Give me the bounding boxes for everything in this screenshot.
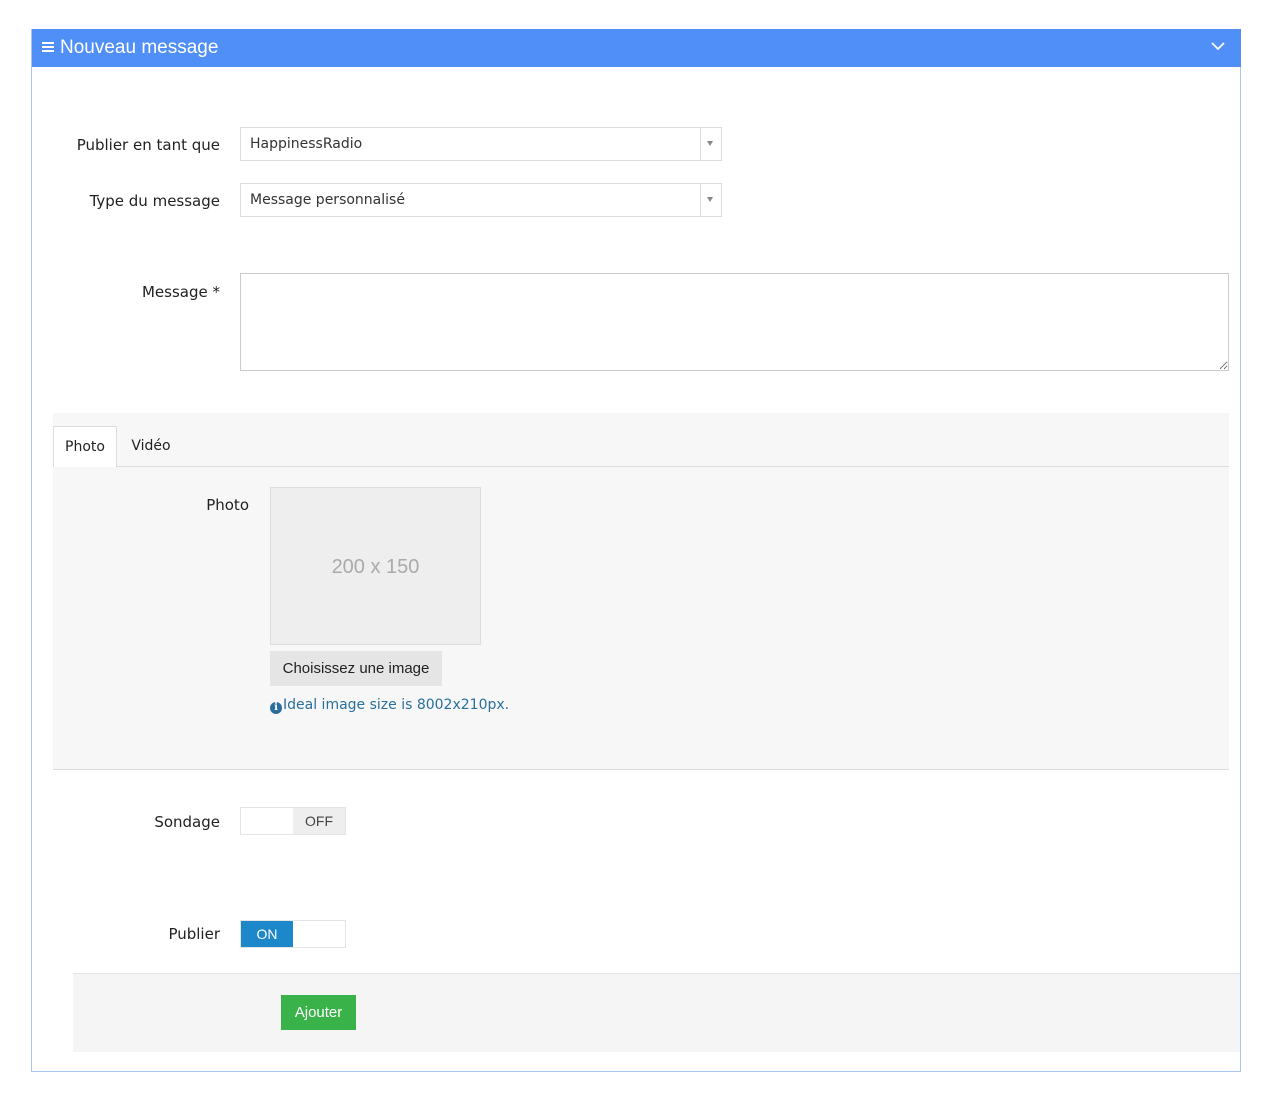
- publish-as-label: Publier en tant que: [76, 136, 220, 154]
- message-type-value: Message personnalisé: [250, 192, 405, 208]
- message-label: Message *: [141, 283, 220, 301]
- publish-toggle[interactable]: ON: [240, 920, 346, 948]
- photo-placeholder-text: 200 x 150: [331, 556, 420, 578]
- form-actions-bar: [73, 973, 1240, 1052]
- tab-photo[interactable]: Photo: [53, 426, 117, 467]
- survey-toggle-state: OFF: [293, 808, 345, 834]
- panel-header[interactable]: Nouveau message: [32, 29, 1241, 67]
- panel-title-text: Nouveau message: [60, 37, 219, 58]
- photo-preview[interactable]: 200 x 150: [270, 487, 481, 645]
- message-type-select[interactable]: Message personnalisé: [240, 183, 722, 217]
- publish-toggle-state: ON: [241, 921, 293, 947]
- publish-as-value: HappinessRadio: [250, 136, 363, 152]
- media-tabs-section: Photo Vidéo: [53, 413, 1229, 770]
- image-size-hint-text: Ideal image size is 8002x210px.: [283, 697, 510, 713]
- image-size-hint: i Ideal image size is 8002x210px.: [270, 697, 509, 714]
- dropdown-arrow-icon: [700, 184, 721, 216]
- info-icon: i: [270, 702, 282, 714]
- message-textarea[interactable]: [240, 273, 1229, 371]
- survey-toggle[interactable]: OFF: [240, 807, 346, 835]
- menu-icon: [42, 41, 54, 52]
- survey-label: Sondage: [154, 813, 220, 831]
- tab-bar: Photo Vidéo: [53, 426, 1229, 467]
- message-type-label: Type du message: [89, 192, 220, 210]
- choose-image-button[interactable]: Choisissez une image: [270, 651, 442, 686]
- add-button[interactable]: Ajouter: [281, 995, 356, 1030]
- chevron-down-icon[interactable]: [1211, 39, 1225, 53]
- dropdown-arrow-icon: [700, 128, 721, 160]
- tab-video[interactable]: Vidéo: [117, 426, 185, 466]
- publish-as-select[interactable]: HappinessRadio: [240, 127, 722, 161]
- photo-label: Photo: [206, 496, 249, 514]
- panel-title: Nouveau message: [42, 35, 218, 61]
- publish-label: Publier: [168, 925, 220, 943]
